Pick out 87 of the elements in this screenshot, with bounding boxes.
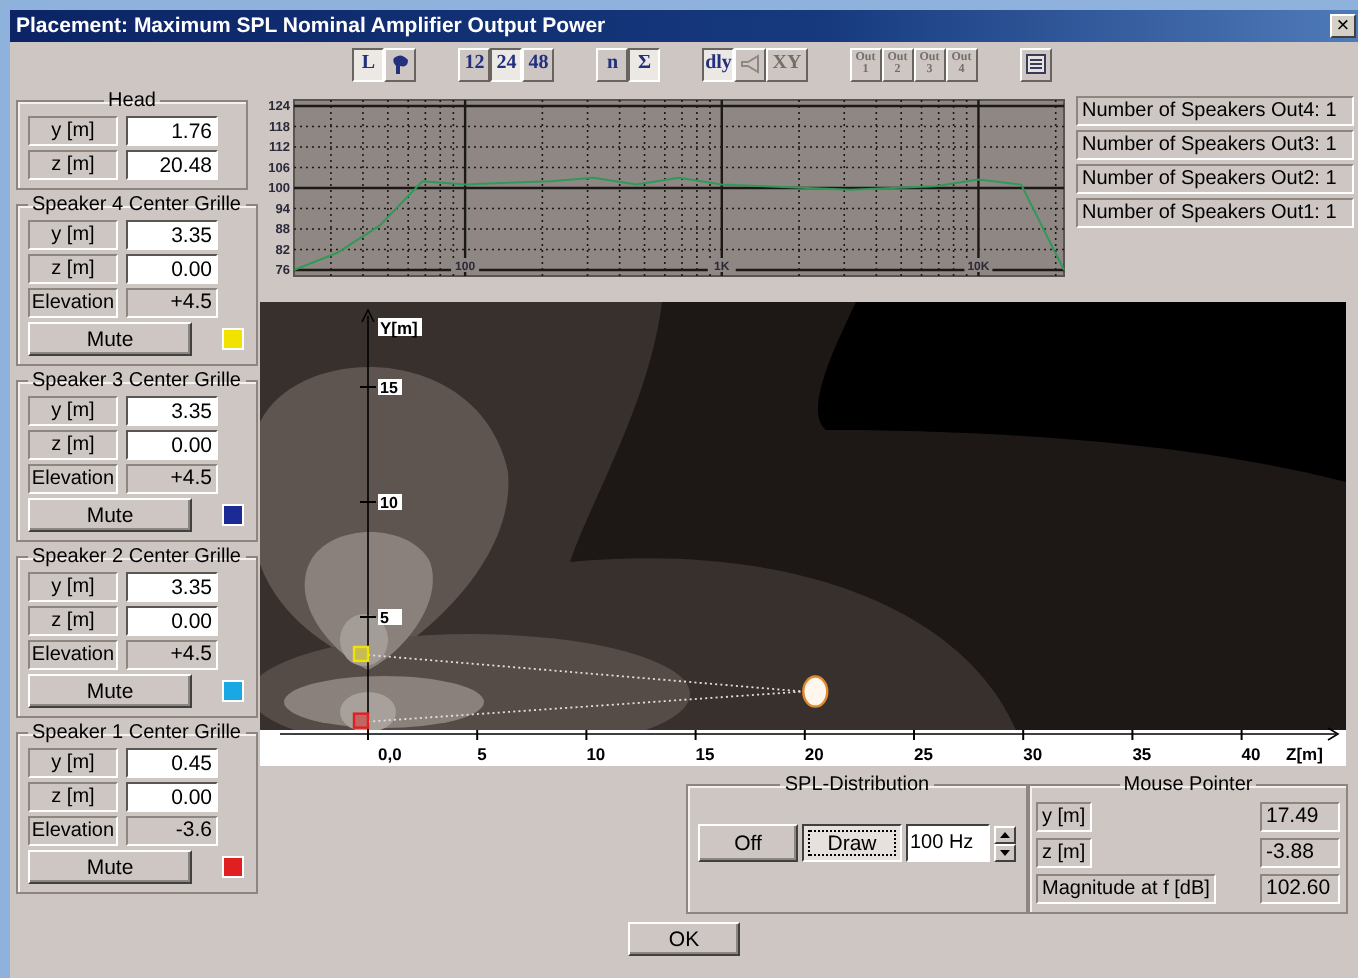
mute-button[interactable]: Mute (28, 674, 192, 708)
x-tick-label: 0,0 (378, 744, 402, 764)
toolbar-button[interactable]: 48 (522, 47, 555, 81)
input-field[interactable]: 0.00 (126, 430, 218, 460)
toolbar-button[interactable]: n (596, 47, 629, 81)
elevation-value: +4.5 (126, 464, 218, 494)
input-field[interactable]: 3.35 (126, 220, 218, 250)
y-tick-label: 5 (378, 609, 402, 627)
elevation-value: -3.6 (126, 816, 218, 846)
x-tick-label: 20 (804, 744, 824, 764)
x-tick-label: 25 (914, 744, 933, 764)
group-title: Speaker 4 Center Grille (30, 194, 243, 216)
input-field[interactable]: 1.76 (126, 116, 218, 146)
input-field[interactable]: 3.35 (126, 396, 218, 426)
down-arrow-icon (1000, 849, 1010, 855)
x-tick-label: 35 (1132, 744, 1152, 764)
group-title: SPL-Distribution (782, 774, 932, 796)
x-tick-label: 15 (695, 744, 715, 764)
spin-up-button[interactable] (994, 825, 1016, 843)
group-title: Speaker 3 Center Grille (30, 370, 243, 392)
field-label: z [m] (28, 430, 118, 460)
readout-value: 102.60 (1260, 874, 1340, 904)
input-field[interactable]: 0.45 (126, 748, 218, 778)
input-field[interactable]: 3.35 (126, 572, 218, 602)
field-label: Magnitude at f [dB] (1036, 874, 1216, 904)
mute-button[interactable]: Mute (28, 498, 192, 532)
panel-icon (1025, 54, 1046, 74)
field-label: y [m] (28, 748, 118, 778)
window-title: Placement: Maximum SPL Nominal Amplifier Output Power (16, 14, 606, 38)
up-arrow-icon (1000, 831, 1010, 837)
toolbar-button[interactable]: 12 (458, 47, 491, 81)
field-label: Elevation (28, 464, 118, 494)
speaker-count-label: Number of Speakers Out1: 1 (1076, 198, 1354, 228)
y-tick-label: 15 (378, 379, 402, 397)
phase-icon (391, 53, 410, 75)
readout-value: -3.88 (1260, 838, 1340, 868)
spl-button[interactable]: Draw (802, 824, 902, 862)
field-label: y [m] (1036, 802, 1092, 832)
field-label: Elevation (28, 816, 118, 846)
input-field[interactable]: 0.00 (126, 606, 218, 636)
speaker-icon (740, 54, 761, 74)
toolbar-button[interactable]: 24 (490, 47, 523, 81)
toolbar-button[interactable] (384, 47, 417, 81)
field-label: z [m] (28, 254, 118, 284)
frequency-field[interactable]: 100 Hz (906, 824, 990, 862)
field-label: z [m] (28, 782, 118, 812)
input-field[interactable]: 0.00 (126, 782, 218, 812)
head-marker-icon (802, 675, 829, 708)
toolbar-button[interactable]: L (352, 47, 385, 81)
elevation-value: +4.5 (126, 288, 218, 318)
toolbar-button[interactable] (1019, 47, 1052, 81)
x-tick-label: 40 (1241, 744, 1261, 764)
x-axis-label: Z[m] (1286, 744, 1323, 764)
elevation-value: +4.5 (126, 640, 218, 670)
field-label: y [m] (28, 220, 118, 250)
group-title: Head (106, 90, 158, 112)
group-title: Speaker 2 Center Grille (30, 546, 243, 568)
field-label: y [m] (28, 396, 118, 426)
toolbar-button[interactable]: Σ (628, 47, 661, 81)
x-tick-label: 10 (586, 744, 606, 764)
group-title: Speaker 1 Center Grille (30, 722, 243, 744)
field-label: y [m] (28, 572, 118, 602)
mute-button[interactable]: Mute (28, 322, 192, 356)
mute-button[interactable]: Mute (28, 850, 192, 884)
close-button[interactable]: × (1330, 14, 1356, 38)
speaker-count-label: Number of Speakers Out4: 1 (1076, 96, 1354, 126)
x-tick-label: 30 (1023, 744, 1043, 764)
speaker-marker-icon (352, 712, 370, 729)
speaker-count-label: Number of Speakers Out2: 1 (1076, 164, 1354, 194)
toolbar-button[interactable]: dly (702, 47, 735, 81)
field-label: Elevation (28, 640, 118, 670)
spl-button[interactable]: Off (698, 824, 798, 862)
x-tick-label: 5 (477, 744, 487, 764)
group-title: Mouse Pointer (1121, 774, 1255, 796)
speaker-marker-icon (352, 645, 370, 663)
y-axis-label: Y[m] (378, 318, 422, 338)
field-label: z [m] (1036, 838, 1092, 868)
input-field[interactable]: 20.48 (126, 150, 218, 180)
field-label: y [m] (28, 116, 118, 146)
speaker-count-label: Number of Speakers Out3: 1 (1076, 130, 1354, 160)
input-field[interactable]: 0.00 (126, 254, 218, 284)
field-label: z [m] (28, 606, 118, 636)
field-label: z [m] (28, 150, 118, 180)
y-tick-label: 10 (378, 494, 402, 512)
readout-value: 17.49 (1260, 802, 1340, 832)
ok-button[interactable]: OK (628, 922, 740, 956)
field-label: Elevation (28, 288, 118, 318)
